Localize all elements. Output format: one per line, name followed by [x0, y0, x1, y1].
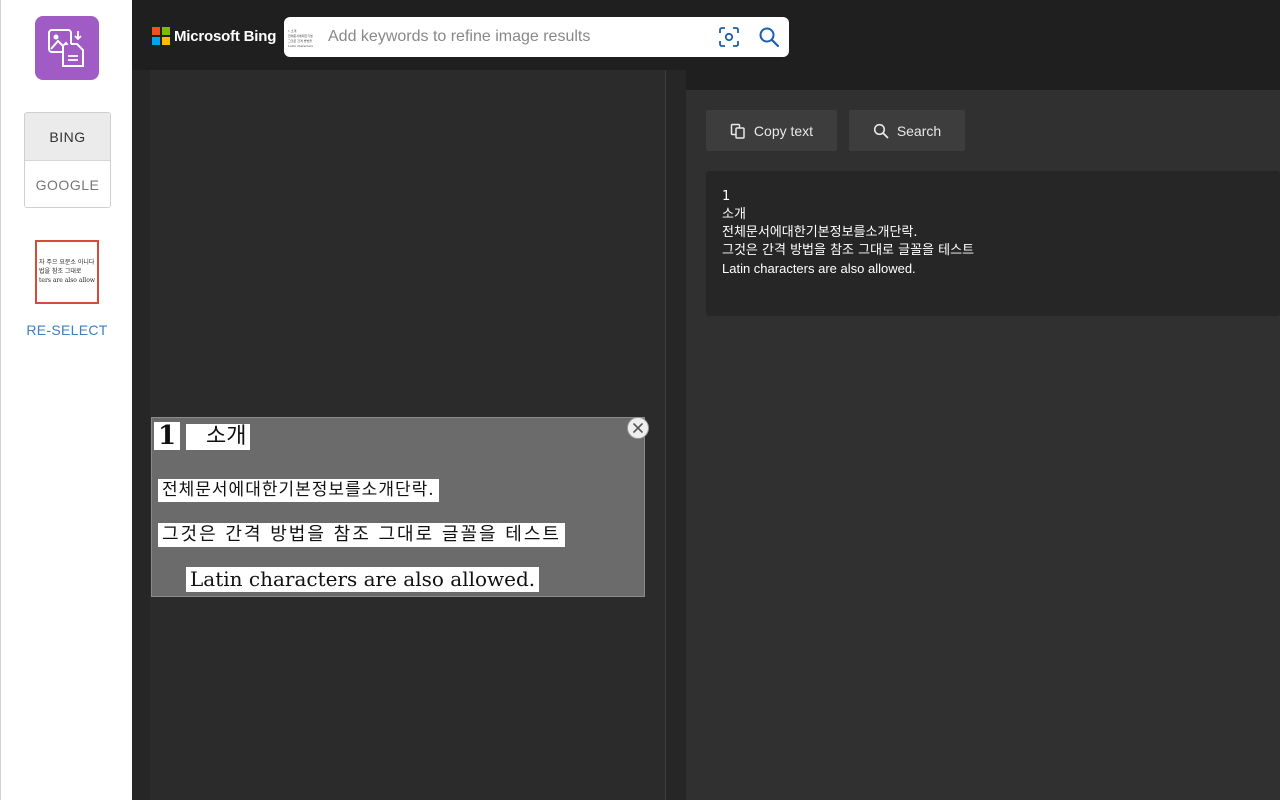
preview-line-3: Latin characters are also allowed.	[186, 567, 540, 592]
search-input[interactable]	[328, 22, 708, 52]
bing-header: Microsoft Bing 1 소개 전체문서에대한기본 그것은 간격 방법을…	[132, 0, 1280, 70]
reselect-link[interactable]: RE-SELECT	[1, 322, 133, 338]
result-line: Latin characters are also allowed.	[722, 261, 916, 276]
preview-line-2: 그것은 간격 방법을 참조 그대로 글꼴을 테스트	[158, 523, 565, 547]
copy-icon	[730, 123, 745, 139]
selected-image-thumbnail[interactable]: 자 주으 요문소 이니다 법을 참조 그대로 ters are also all…	[35, 240, 99, 304]
search-box: 1 소개 전체문서에대한기본 그것은 간격 방법을 Latin characte…	[284, 17, 789, 57]
result-line: 전체문서에대한기본정보를소개단락.	[722, 225, 918, 240]
result-line: 소개	[722, 207, 746, 222]
search-icon[interactable]	[757, 25, 781, 49]
result-line: 그것은 간격 방법을 참조 그대로 글꼴을 테스트	[722, 243, 975, 258]
preview-number: 1	[154, 422, 181, 450]
pane-edge	[132, 70, 150, 800]
copy-text-label: Copy text	[753, 122, 814, 139]
search-engine-selector: BING GOOGLE	[24, 112, 111, 208]
copy-text-button[interactable]: Copy text	[706, 110, 837, 151]
search-icon	[873, 123, 889, 138]
brand-name: Microsoft Bing	[174, 27, 277, 45]
recognized-text-box[interactable]: 1 소개 전체문서에대한기본정보를소개단락. 그것은 간격 방법을 참조 그대로…	[706, 171, 1280, 316]
engine-bing-button[interactable]: BING	[25, 113, 110, 161]
search-text-button[interactable]: Search	[849, 110, 965, 151]
engine-google-button[interactable]: GOOGLE	[25, 161, 110, 207]
query-image-thumbnail[interactable]: 1 소개 전체문서에대한기본 그것은 간격 방법을 Latin characte…	[288, 25, 320, 49]
visual-search-icon[interactable]	[717, 25, 741, 49]
search-text-label: Search	[896, 122, 942, 139]
close-icon	[633, 423, 643, 433]
bing-logo[interactable]: Microsoft Bing	[152, 27, 276, 45]
preview-line-1: 전체문서에대한기본정보를소개단락.	[158, 479, 439, 502]
result-line: 1	[722, 189, 731, 204]
search-thumb-line: Latin characters	[288, 44, 314, 48]
close-preview-button[interactable]	[627, 417, 649, 439]
pane-gutter	[666, 70, 686, 800]
extension-sidebar: BING GOOGLE 자 주으 요문소 이니다 법을 참조 그대로 ters …	[0, 0, 132, 800]
preview-heading: 소개	[186, 424, 251, 450]
image-preview[interactable]: 1 소개 전체문서에대한기본정보를소개단락. 그것은 간격 방법을 참조 그대로…	[151, 417, 649, 597]
thumbnail-text-line: ters are also allow	[39, 277, 95, 284]
microsoft-logo-icon	[152, 27, 170, 45]
app-logo-icon	[35, 16, 99, 80]
thumbnail-text-line: 자 주으 요문소 이니다	[39, 259, 95, 266]
thumbnail-text-line: 법을 참조 그대로	[39, 268, 82, 275]
